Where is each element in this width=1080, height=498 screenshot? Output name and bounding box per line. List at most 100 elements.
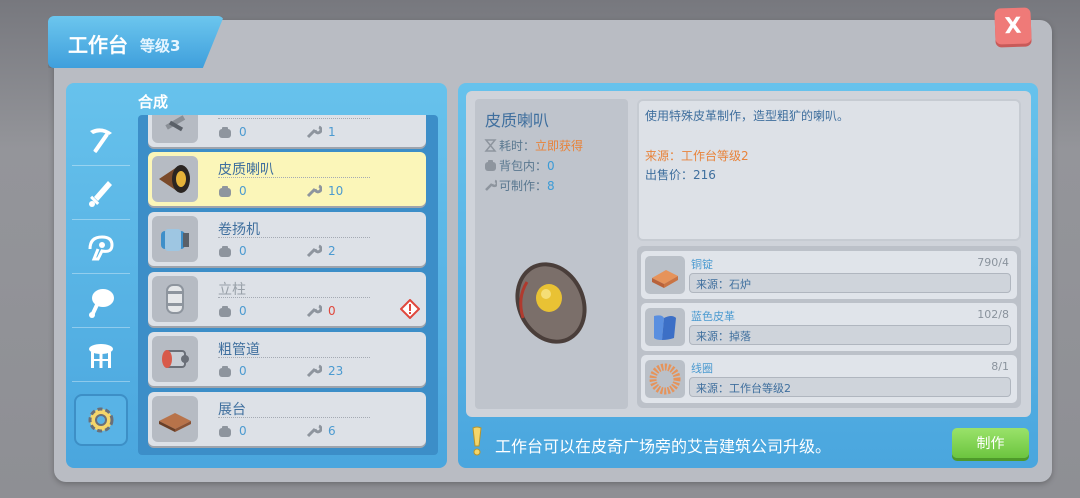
- sword-icon: [89, 180, 112, 207]
- craftable-label: 可制作：: [499, 179, 548, 193]
- material-name: 线圈: [691, 362, 713, 375]
- item-divider: [218, 417, 370, 418]
- sell-price: 出售价：216: [645, 168, 716, 182]
- material-qty: 102/8: [977, 308, 1009, 321]
- wrench-icon: [306, 364, 322, 378]
- bag-count: 0: [239, 304, 247, 318]
- wrench-icon: [485, 179, 499, 191]
- craftable-count: 6: [328, 424, 336, 438]
- craftable-count: 2: [328, 244, 336, 258]
- craftable-count: 10: [328, 184, 344, 198]
- platform-icon: [152, 396, 198, 442]
- pillar-icon: [152, 276, 198, 322]
- material-row[interactable]: 铜锭 790/4 来源：石炉: [641, 251, 1017, 299]
- material-name: 蓝色皮革: [691, 310, 735, 323]
- material-row[interactable]: 线圈 8/1 来源：工作台等级2: [641, 355, 1017, 403]
- bag-count: 0: [239, 424, 247, 438]
- pickaxe-icon: [90, 127, 112, 153]
- list-item-display-stand[interactable]: 展台 0 6: [148, 392, 426, 446]
- list-item-leather-horn[interactable]: 皮质喇叭 0 10: [148, 152, 426, 206]
- item-name: 立柱: [218, 282, 246, 298]
- material-qty: 790/4: [977, 256, 1009, 269]
- warning-icon: [400, 299, 420, 319]
- category-tab-furniture[interactable]: [72, 330, 130, 382]
- craftable-stat: 可制作：8: [484, 177, 555, 194]
- blue-leather-icon: [645, 308, 685, 346]
- category-tab-tools[interactable]: [72, 114, 130, 166]
- wrench-icon: [306, 424, 322, 438]
- category-tab-food[interactable]: [72, 276, 130, 328]
- detail-item-name: 皮质喇叭: [485, 111, 550, 130]
- bag-count: 0: [239, 244, 247, 258]
- make-button[interactable]: 制作: [952, 428, 1029, 458]
- bag-stat: 背包内：0: [484, 157, 555, 174]
- craftable-count: 23: [328, 364, 344, 378]
- bag-count: 0: [239, 125, 247, 139]
- close-button[interactable]: X: [994, 7, 1032, 45]
- window-level: 等级3: [140, 37, 181, 55]
- bag-label: 背包内：: [499, 159, 548, 173]
- leather-horn-image: [515, 262, 587, 344]
- wrench-icon: [306, 244, 322, 258]
- craftable-value: 8: [547, 179, 555, 193]
- bag-value: 0: [547, 159, 555, 173]
- bag-icon: [219, 426, 231, 437]
- list-item[interactable]: 0 1: [148, 115, 426, 147]
- list-item-thick-pipe[interactable]: 粗管道 0 23: [148, 332, 426, 386]
- list-item-winch[interactable]: 卷扬机 0 2: [148, 212, 426, 266]
- upgrade-tip: 工作台可以在皮奇广场旁的艾吉建筑公司升级。: [495, 437, 832, 456]
- chain-icon: [88, 234, 114, 260]
- item-divider: [218, 297, 370, 298]
- item-name: 皮质喇叭: [218, 162, 274, 178]
- bag-icon: [219, 127, 231, 138]
- recipe-list[interactable]: 0 1 皮质喇叭 0 10 卷扬机 0 2 立柱 0 0 粗管道 0 23 展台…: [138, 115, 438, 455]
- window-title: 工作台: [68, 33, 128, 57]
- material-source: 来源：石炉: [689, 273, 1011, 293]
- winch-icon: [152, 216, 198, 262]
- hourglass-icon: [484, 139, 497, 152]
- bag-icon: [219, 246, 231, 257]
- category-tab-weapons[interactable]: [72, 168, 130, 220]
- horn-icon: [152, 156, 198, 202]
- category-tabs: [72, 110, 130, 450]
- item-divider: [218, 118, 370, 119]
- close-icon: X: [1004, 13, 1022, 39]
- category-tab-accessories[interactable]: [72, 222, 130, 274]
- item-divider: [218, 357, 370, 358]
- category-tab-parts[interactable]: [74, 394, 128, 446]
- bag-count: 0: [239, 184, 247, 198]
- item-description: 使用特殊皮革制作，造型粗犷的喇叭。: [645, 109, 850, 123]
- bag-icon: [219, 186, 231, 197]
- copper-ingot-icon: [645, 256, 685, 294]
- bag-count: 0: [239, 364, 247, 378]
- exclamation-icon: [472, 426, 482, 456]
- material-name: 铜锭: [691, 258, 713, 271]
- meat-icon: [89, 288, 114, 318]
- time-value: 立即获得: [535, 139, 584, 153]
- list-item-pillar[interactable]: 立柱 0 0: [148, 272, 426, 326]
- gear-icon: [88, 407, 114, 433]
- section-label: 合成: [138, 93, 169, 111]
- item-divider: [218, 237, 370, 238]
- bag-icon: [219, 306, 231, 317]
- stool-icon: [89, 343, 113, 368]
- bag-icon: [485, 160, 496, 171]
- material-source: 来源：掉落: [689, 325, 1011, 345]
- pipe-icon: [152, 336, 198, 382]
- item-source: 来源：工作台等级2: [645, 149, 749, 163]
- time-stat: 耗时：立即获得: [484, 137, 583, 154]
- material-row[interactable]: 蓝色皮革 102/8 来源：掉落: [641, 303, 1017, 351]
- craftable-count: 0: [328, 304, 336, 318]
- craftable-count: 1: [328, 125, 336, 139]
- wrench-icon: [306, 184, 322, 198]
- bag-icon: [219, 366, 231, 377]
- wrench-icon: [306, 125, 322, 139]
- item-name: 卷扬机: [218, 222, 260, 238]
- item-divider: [218, 177, 370, 178]
- time-label: 耗时：: [499, 139, 536, 153]
- material-qty: 8/1: [991, 360, 1009, 373]
- item-name: 展台: [218, 402, 246, 418]
- item-name: 粗管道: [218, 342, 260, 358]
- coil-icon: [645, 360, 685, 398]
- tools-icon: [152, 115, 198, 143]
